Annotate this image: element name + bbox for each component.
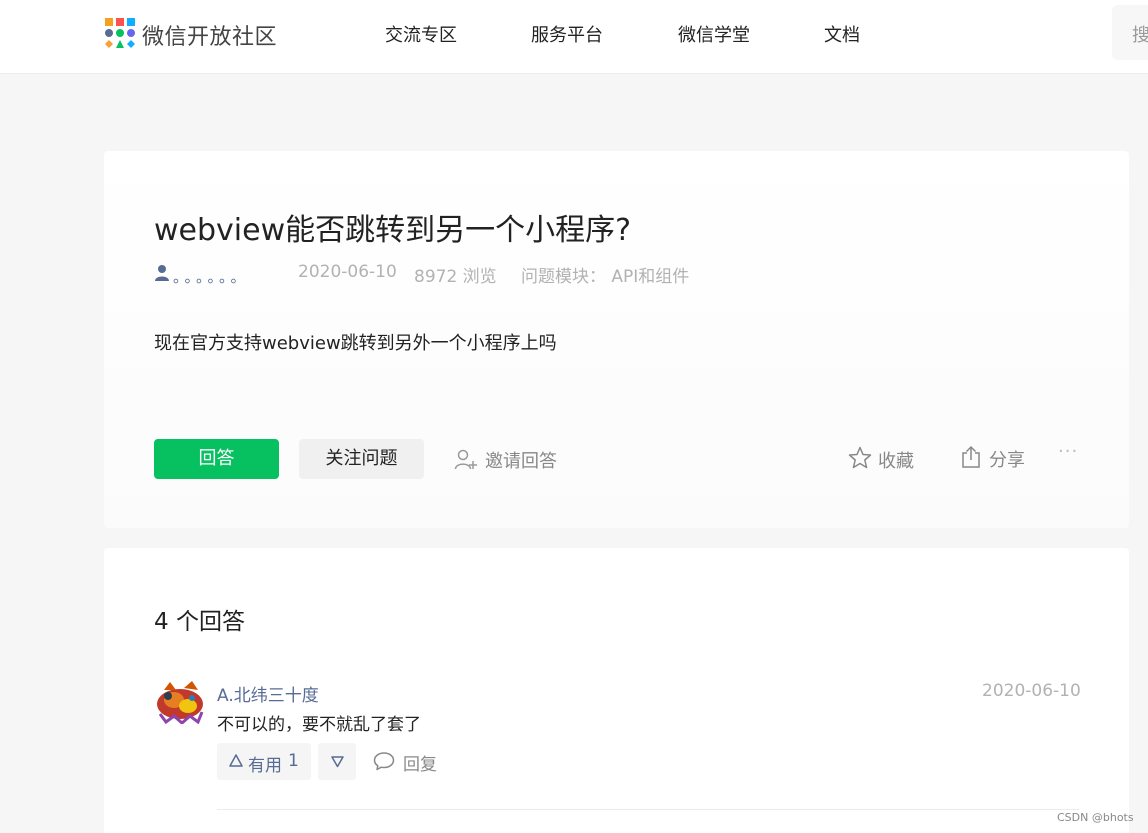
watermark: CSDN @bhots	[1057, 811, 1134, 824]
favorite-label: 收藏	[878, 451, 914, 472]
upvote-triangle-icon	[229, 754, 243, 767]
question-card: webview能否跳转到另一个小程序? 。。。。。。 2020-06-10 89…	[104, 151, 1129, 528]
nav-item-docs[interactable]: 文档	[824, 21, 860, 47]
star-icon	[848, 446, 872, 469]
share-label: 分享	[989, 450, 1025, 471]
comment-bubble-icon	[373, 752, 395, 771]
brand-name[interactable]: 微信开放社区	[142, 19, 277, 51]
answer-text: 不可以的，要不就乱了套了	[217, 715, 421, 735]
wechat-open-community-logo[interactable]	[104, 17, 136, 49]
search-placeholder: 搜	[1132, 25, 1148, 46]
answer-count: 4 个回答	[154, 609, 245, 635]
nav-item-wechat-academy[interactable]: 微信学堂	[678, 21, 750, 47]
answers-card: 4 个回答 A.北纬三十度 2020-06-10 不可以的，要不就乱了套了 有用…	[104, 548, 1129, 833]
search-input[interactable]: 搜	[1112, 5, 1148, 60]
share-icon	[962, 445, 980, 468]
downvote-triangle-icon	[331, 756, 344, 768]
top-header: 微信开放社区 交流专区 服务平台 微信学堂 文档 搜	[0, 0, 1148, 74]
more-options-icon[interactable]: ···	[1058, 441, 1078, 462]
downvote-button[interactable]	[318, 743, 356, 780]
avatar[interactable]	[154, 678, 206, 724]
question-date: 2020-06-10	[298, 262, 397, 282]
question-module[interactable]: 问题模块： API和组件	[521, 262, 689, 287]
question-body: 现在官方支持webview跳转到另外一个小程序上吗	[154, 333, 557, 354]
answer-button[interactable]: 回答	[154, 439, 279, 479]
user-icon	[155, 265, 169, 281]
useful-count: 1	[288, 751, 299, 771]
answer-divider	[217, 809, 1079, 810]
follow-question-button[interactable]: 关注问题	[299, 439, 424, 479]
invite-answer-label: 邀请回答	[485, 451, 557, 472]
add-user-icon	[454, 449, 477, 470]
answer-date: 2020-06-10	[982, 681, 1081, 701]
nav-item-service-platform[interactable]: 服务平台	[531, 21, 603, 47]
question-views: 8972 浏览	[414, 267, 497, 287]
question-author[interactable]: 。。。。。。	[173, 266, 250, 287]
reply-label: 回复	[403, 755, 437, 775]
nav-item-exchange[interactable]: 交流专区	[385, 21, 457, 47]
useful-button[interactable]: 有用 1	[217, 743, 311, 780]
useful-label: 有用	[248, 756, 282, 776]
question-title: webview能否跳转到另一个小程序?	[154, 213, 632, 248]
answer-user-name[interactable]: A.北纬三十度	[217, 681, 319, 706]
